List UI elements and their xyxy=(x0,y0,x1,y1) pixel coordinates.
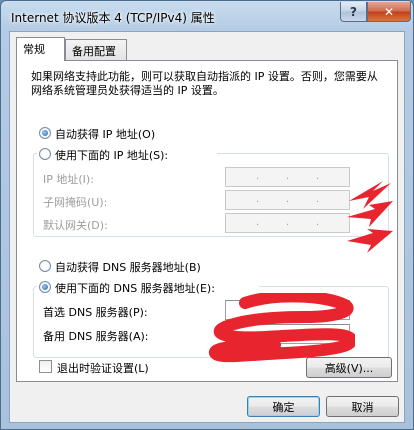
ip-manual-label[interactable]: 使用下面的 IP 地址(S): xyxy=(55,147,168,163)
redaction-scribble xyxy=(209,293,355,363)
title-bar[interactable]: Internet 协议版本 4 (TCP/IPv4) 属性 ? ✕ xyxy=(1,1,413,31)
dns-auto-label[interactable]: 自动获得 DNS 服务器地址(B) xyxy=(55,259,201,275)
preferred-dns-label: 首选 DNS 服务器(P): xyxy=(43,306,148,319)
validate-checkbox[interactable] xyxy=(39,360,52,373)
general-tab-panel: 如果网络支持此功能，则可以获取自动指派的 IP 设置。否则，您需要从网络系统管理… xyxy=(16,60,398,382)
ip-auto-radio[interactable] xyxy=(39,127,51,139)
ip-address-label: IP 地址(I): xyxy=(43,173,94,186)
ok-button[interactable]: 确定 xyxy=(247,396,320,417)
advanced-button[interactable]: 高级(V)... xyxy=(306,357,392,378)
close-button[interactable]: ✕ xyxy=(367,2,411,22)
default-gateway-field: ... xyxy=(225,213,350,233)
ip-address-field: ... xyxy=(225,167,350,187)
alternate-dns-label: 备用 DNS 服务器(A): xyxy=(43,330,149,343)
default-gateway-label: 默认网关(D): xyxy=(43,219,108,232)
ip-auto-label[interactable]: 自动获得 IP 地址(O) xyxy=(55,126,155,142)
dialog-client-area: 常规 备用配置 如果网络支持此功能，则可以获取自动指派的 IP 设置。否则，您需… xyxy=(9,31,405,423)
window-title: Internet 协议版本 4 (TCP/IPv4) 属性 xyxy=(11,11,215,25)
cancel-button[interactable]: 取消 xyxy=(326,396,399,417)
help-button[interactable]: ? xyxy=(340,2,367,22)
ip-manual-radio[interactable] xyxy=(39,148,51,160)
arrow-to-subnet-mask xyxy=(347,201,393,227)
validate-label[interactable]: 退出时验证设置(L) xyxy=(57,360,149,376)
dialog-window: Internet 协议版本 4 (TCP/IPv4) 属性 ? ✕ 常规 备用配… xyxy=(0,0,414,430)
tab-general[interactable]: 常规 xyxy=(16,37,65,61)
arrow-to-gateway xyxy=(347,229,393,253)
subnet-mask-field: ... xyxy=(225,190,350,210)
subnet-mask-label: 子网掩码(U): xyxy=(43,196,108,209)
tab-alternate-config[interactable]: 备用配置 xyxy=(65,39,127,60)
dns-manual-label[interactable]: 使用下面的 DNS 服务器地址(E): xyxy=(55,280,215,296)
dns-manual-radio[interactable] xyxy=(39,281,51,293)
annotation-arrows xyxy=(347,181,393,253)
description-text: 如果网络支持此功能，则可以获取自动指派的 IP 设置。否则，您需要从网络系统管理… xyxy=(31,70,378,97)
dns-auto-radio[interactable] xyxy=(39,260,51,272)
